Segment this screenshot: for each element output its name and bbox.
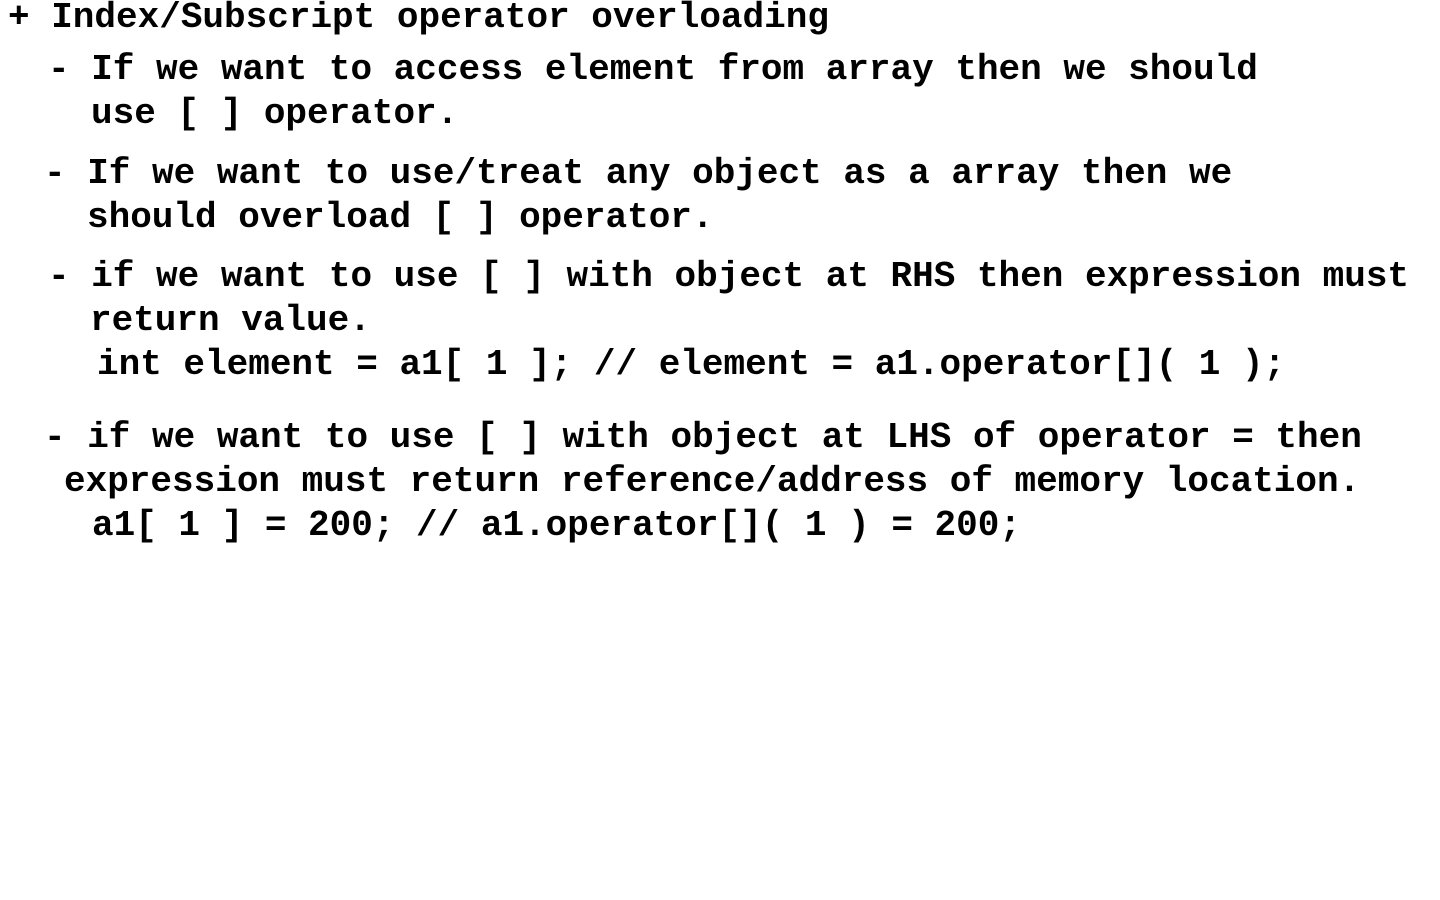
point-3-line-1: - if we want to use [ ] with object at R… bbox=[48, 256, 1410, 297]
heading: + Index/Subscript operator overloading bbox=[8, 0, 829, 38]
point-3-line-2: return value. bbox=[90, 300, 371, 341]
point-3-code: int element = a1[ 1 ]; // element = a1.o… bbox=[97, 344, 1286, 385]
point-4-line-2: expression must return reference/address… bbox=[64, 461, 1361, 502]
point-4-code: a1[ 1 ] = 200; // a1.operator[]( 1 ) = 2… bbox=[92, 505, 1021, 546]
point-4-line-1: - if we want to use [ ] with object at L… bbox=[44, 417, 1362, 458]
point-1-line-1: - If we want to access element from arra… bbox=[48, 49, 1258, 90]
point-2-line-2: should overload [ ] operator. bbox=[87, 197, 714, 238]
point-2-line-1: - If we want to use/treat any object as … bbox=[44, 153, 1233, 194]
point-1-line-2: use [ ] operator. bbox=[91, 93, 459, 134]
